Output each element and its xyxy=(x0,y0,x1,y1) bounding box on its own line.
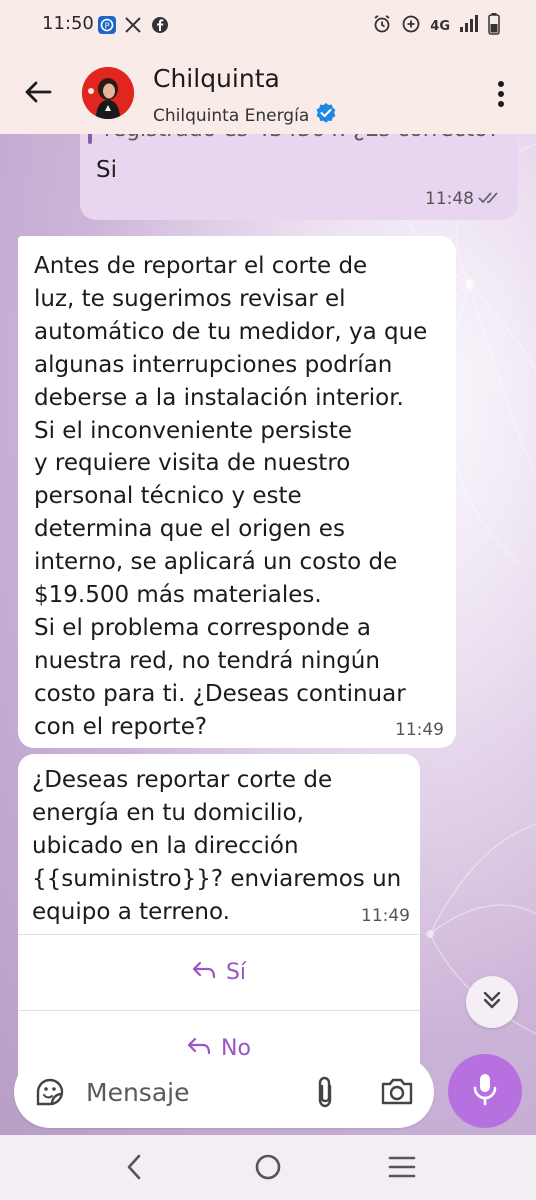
status-bar: 11:50 P 4G xyxy=(0,0,536,52)
outgoing-message[interactable]: registrado es 434364. ¿Es correcto? Si 1… xyxy=(80,134,518,220)
camera-icon[interactable] xyxy=(380,1076,414,1108)
nav-recents-icon[interactable] xyxy=(382,1149,422,1185)
battery-icon xyxy=(488,13,500,39)
p-app-icon: P xyxy=(96,14,118,36)
nav-home-icon[interactable] xyxy=(248,1149,288,1185)
chat-header: Chilquinta Chilquinta Energía xyxy=(0,52,536,134)
chat-subtitle: Chilquinta Energía xyxy=(153,102,337,129)
quick-reply-label: Sí xyxy=(225,960,247,985)
double-chevron-down-icon xyxy=(481,989,503,1015)
quote-bar xyxy=(88,134,92,144)
incoming-message[interactable]: Antes de reportar el corte de luz, te su… xyxy=(18,236,456,748)
message-composer xyxy=(14,1056,434,1128)
more-options-icon[interactable] xyxy=(486,74,516,114)
chat-area[interactable]: registrado es 434364. ¿Es correcto? Si 1… xyxy=(0,134,536,1135)
verified-badge-icon xyxy=(315,102,337,129)
chat-title: Chilquinta xyxy=(153,64,280,93)
facebook-icon xyxy=(149,14,171,36)
back-arrow-icon[interactable] xyxy=(18,72,58,112)
message-input[interactable] xyxy=(86,1074,286,1110)
message-text: Si xyxy=(96,157,117,183)
message-text: Antes de reportar el corte de luz, te su… xyxy=(34,253,428,740)
status-right-icons: 4G xyxy=(372,13,500,39)
sticker-icon[interactable] xyxy=(34,1076,66,1108)
paperclip-icon[interactable] xyxy=(310,1076,340,1108)
data-saver-icon xyxy=(401,14,421,38)
message-time: 11:49 xyxy=(361,906,410,926)
alarm-icon xyxy=(372,14,392,38)
microphone-button[interactable] xyxy=(448,1054,522,1128)
subtitle-text: Chilquinta Energía xyxy=(153,105,310,126)
network-label: 4G xyxy=(430,18,450,34)
message-time: 11:48 xyxy=(425,189,474,209)
read-ticks-icon xyxy=(478,190,504,210)
message-time: 11:49 xyxy=(395,720,444,740)
scroll-to-bottom-button[interactable] xyxy=(466,976,518,1028)
signal-icon xyxy=(459,15,479,37)
status-time: 11:50 xyxy=(42,13,94,34)
microphone-icon xyxy=(472,1072,498,1110)
message-text: ¿Deseas reportar corte de energía en tu … xyxy=(32,767,402,925)
avatar[interactable] xyxy=(82,67,134,119)
quoted-text: registrado es 434364. ¿Es correcto? xyxy=(104,134,499,142)
x-icon xyxy=(122,14,144,36)
nav-back-icon[interactable] xyxy=(114,1149,154,1185)
quick-reply-si-button[interactable]: Sí xyxy=(18,934,420,1010)
reply-arrow-icon xyxy=(192,960,216,985)
svg-text:P: P xyxy=(105,22,110,31)
system-nav-bar xyxy=(0,1135,536,1200)
